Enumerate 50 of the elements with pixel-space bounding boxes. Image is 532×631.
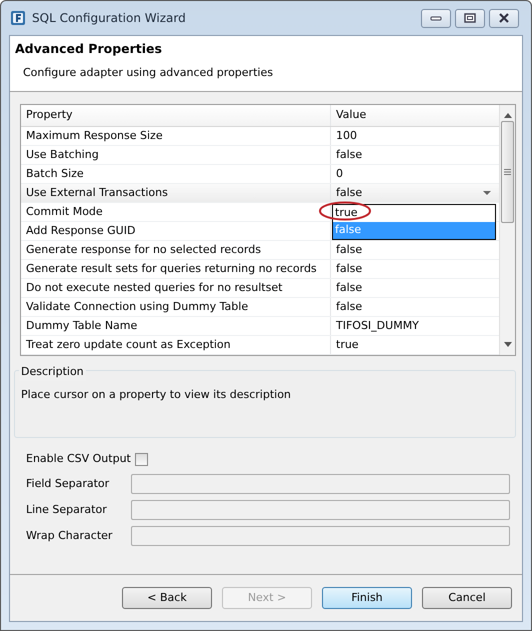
property-name: Generate result sets for queries returning no records	[21, 260, 331, 278]
property-value: false	[335, 242, 364, 258]
dialog-button[interactable]: Finish	[322, 587, 412, 609]
page-subtitle: Configure adapter using advanced properties	[22, 64, 274, 81]
property-name: Generate response for no selected records	[21, 241, 331, 259]
property-value: false	[335, 260, 364, 277]
window-title: SQL Configuration Wizard	[32, 10, 186, 27]
property-name: Commit Mode	[21, 203, 331, 221]
property-name: Treat zero update count as Exception	[21, 336, 331, 354]
property-name: Use External Transactions	[21, 184, 331, 202]
scroll-down-icon[interactable]	[504, 342, 512, 347]
minimize-button[interactable]	[421, 8, 451, 28]
maximize-icon	[464, 13, 476, 23]
column-header[interactable]: Value	[331, 105, 499, 126]
field-label: Field Separator	[26, 476, 110, 492]
property-name: Add Response GUID	[21, 222, 331, 240]
field-label: Line Separator	[26, 502, 108, 518]
property-value: false	[335, 298, 364, 315]
scrollbar-thumb[interactable]	[501, 121, 514, 223]
property-name: Use Batching	[21, 146, 331, 164]
property-value: false	[335, 280, 364, 296]
dialog-button[interactable]: Cancel	[422, 587, 512, 609]
property-name: Validate Connection using Dummy Table	[21, 298, 331, 316]
dialog-button[interactable]: < Back	[122, 587, 212, 609]
scrollbar[interactable]	[499, 105, 515, 355]
close-icon	[498, 13, 510, 23]
checkbox[interactable]	[134, 452, 148, 466]
column-header[interactable]: Property	[21, 105, 331, 126]
close-button[interactable]	[489, 8, 519, 28]
property-value: TIFOSI_DUMMY	[335, 318, 420, 334]
maximize-button[interactable]	[455, 8, 485, 28]
property-name: Dummy Table Name	[21, 317, 331, 335]
app-icon	[10, 10, 26, 26]
dropdown-caret-icon[interactable]	[483, 190, 491, 196]
property-name: Do not execute nested queries for no resultset	[21, 279, 331, 297]
dropdown-option[interactable]: true	[333, 205, 495, 222]
property-value: true	[335, 336, 360, 353]
scroll-up-icon[interactable]	[504, 113, 512, 118]
minimize-icon	[430, 15, 442, 21]
property-value: false	[335, 146, 364, 163]
property-name: Maximum Response Size	[21, 127, 331, 145]
field-label: Wrap Character	[26, 528, 114, 544]
property-name: Batch Size	[21, 165, 331, 183]
checkbox-label: Enable CSV Output	[26, 450, 131, 467]
property-value: 100	[335, 128, 358, 144]
property-value: 0	[335, 166, 344, 182]
page-title: Advanced Properties	[15, 40, 163, 58]
group-title: Description	[19, 364, 86, 380]
description-text: Place cursor on a property to view its description	[21, 387, 292, 403]
value-dropdown[interactable]: false	[331, 184, 499, 202]
